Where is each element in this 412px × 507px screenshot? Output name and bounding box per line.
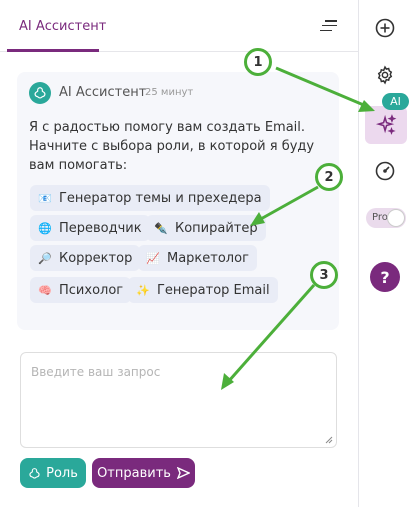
message-timestamp: 25 минут [145, 87, 194, 98]
panel-header: AI Ассистент [0, 0, 358, 52]
role-chip-label: Маркетолог [167, 250, 249, 266]
magnifier-icon: 🔎 [38, 251, 52, 265]
pen-icon: ✒️ [154, 221, 168, 235]
send-button[interactable]: Отправить [92, 458, 195, 488]
send-icon [176, 467, 190, 479]
role-chip-marketer[interactable]: 📈 Маркетолог [138, 245, 257, 271]
role-button-label: Роль [46, 465, 78, 481]
role-chip-copywriter[interactable]: ✒️ Копирайтер [146, 215, 266, 241]
role-chip-email-generator[interactable]: ✨ Генератор Email [128, 277, 278, 303]
bot-name: AI Ассистент [59, 85, 147, 100]
role-chip-psychologist[interactable]: 🧠 Психолог [30, 277, 132, 303]
globe-icon: 🌐 [38, 221, 52, 235]
bot-message-text: Я с радостью помогу вам создать Email. Н… [29, 120, 315, 173]
role-chip-label: Генератор Email [157, 282, 270, 298]
role-chip-label: Корректор [59, 250, 133, 266]
resize-handle-icon[interactable] [325, 436, 333, 444]
tab-ai-assistant[interactable]: AI Ассистент [19, 19, 106, 34]
role-chip-label: Копирайтер [175, 220, 258, 236]
ai-assistant-sidebar-button[interactable] [365, 106, 407, 144]
role-button[interactable]: Роль [20, 458, 86, 488]
role-chip-label: Переводчик [59, 220, 142, 236]
ai-badge: AI [382, 93, 409, 110]
speedometer-icon[interactable] [374, 160, 396, 182]
sparkles-icon [374, 113, 398, 137]
prompt-input[interactable] [21, 353, 336, 447]
ai-assistant-panel: AI Ассистент AI Ассистент 25 минут Я с р… [0, 0, 358, 507]
pro-toggle-label: Pro [372, 212, 388, 223]
annotation-marker-2: 2 [315, 163, 343, 191]
envelope-icon: 📧 [38, 191, 52, 205]
annotation-marker-1: 1 [244, 48, 272, 76]
role-chip-subject-generator[interactable]: 📧 Генератор темы и прехедера [30, 185, 270, 211]
role-chip-label: Психолог [59, 282, 124, 298]
bot-icon [29, 467, 40, 479]
bot-avatar-icon [29, 82, 51, 104]
prompt-input-wrapper [20, 352, 337, 448]
annotation-marker-3: 3 [310, 261, 338, 289]
menu-icon[interactable] [318, 20, 338, 36]
role-chip-label: Генератор темы и прехедера [59, 190, 262, 206]
pro-toggle-knob [387, 209, 405, 227]
help-button[interactable]: ? [370, 262, 400, 292]
gear-icon[interactable] [374, 64, 396, 86]
chart-icon: 📈 [146, 251, 160, 265]
pro-toggle[interactable]: Pro [366, 208, 406, 228]
active-tab-indicator [7, 49, 99, 52]
role-chip-translator[interactable]: 🌐 Переводчик [30, 215, 150, 241]
brain-icon: 🧠 [38, 283, 52, 297]
send-button-label: Отправить [97, 465, 171, 481]
sparkles-icon: ✨ [136, 283, 150, 297]
role-chip-proofreader[interactable]: 🔎 Корректор [30, 245, 141, 271]
add-circle-icon[interactable] [374, 17, 396, 39]
